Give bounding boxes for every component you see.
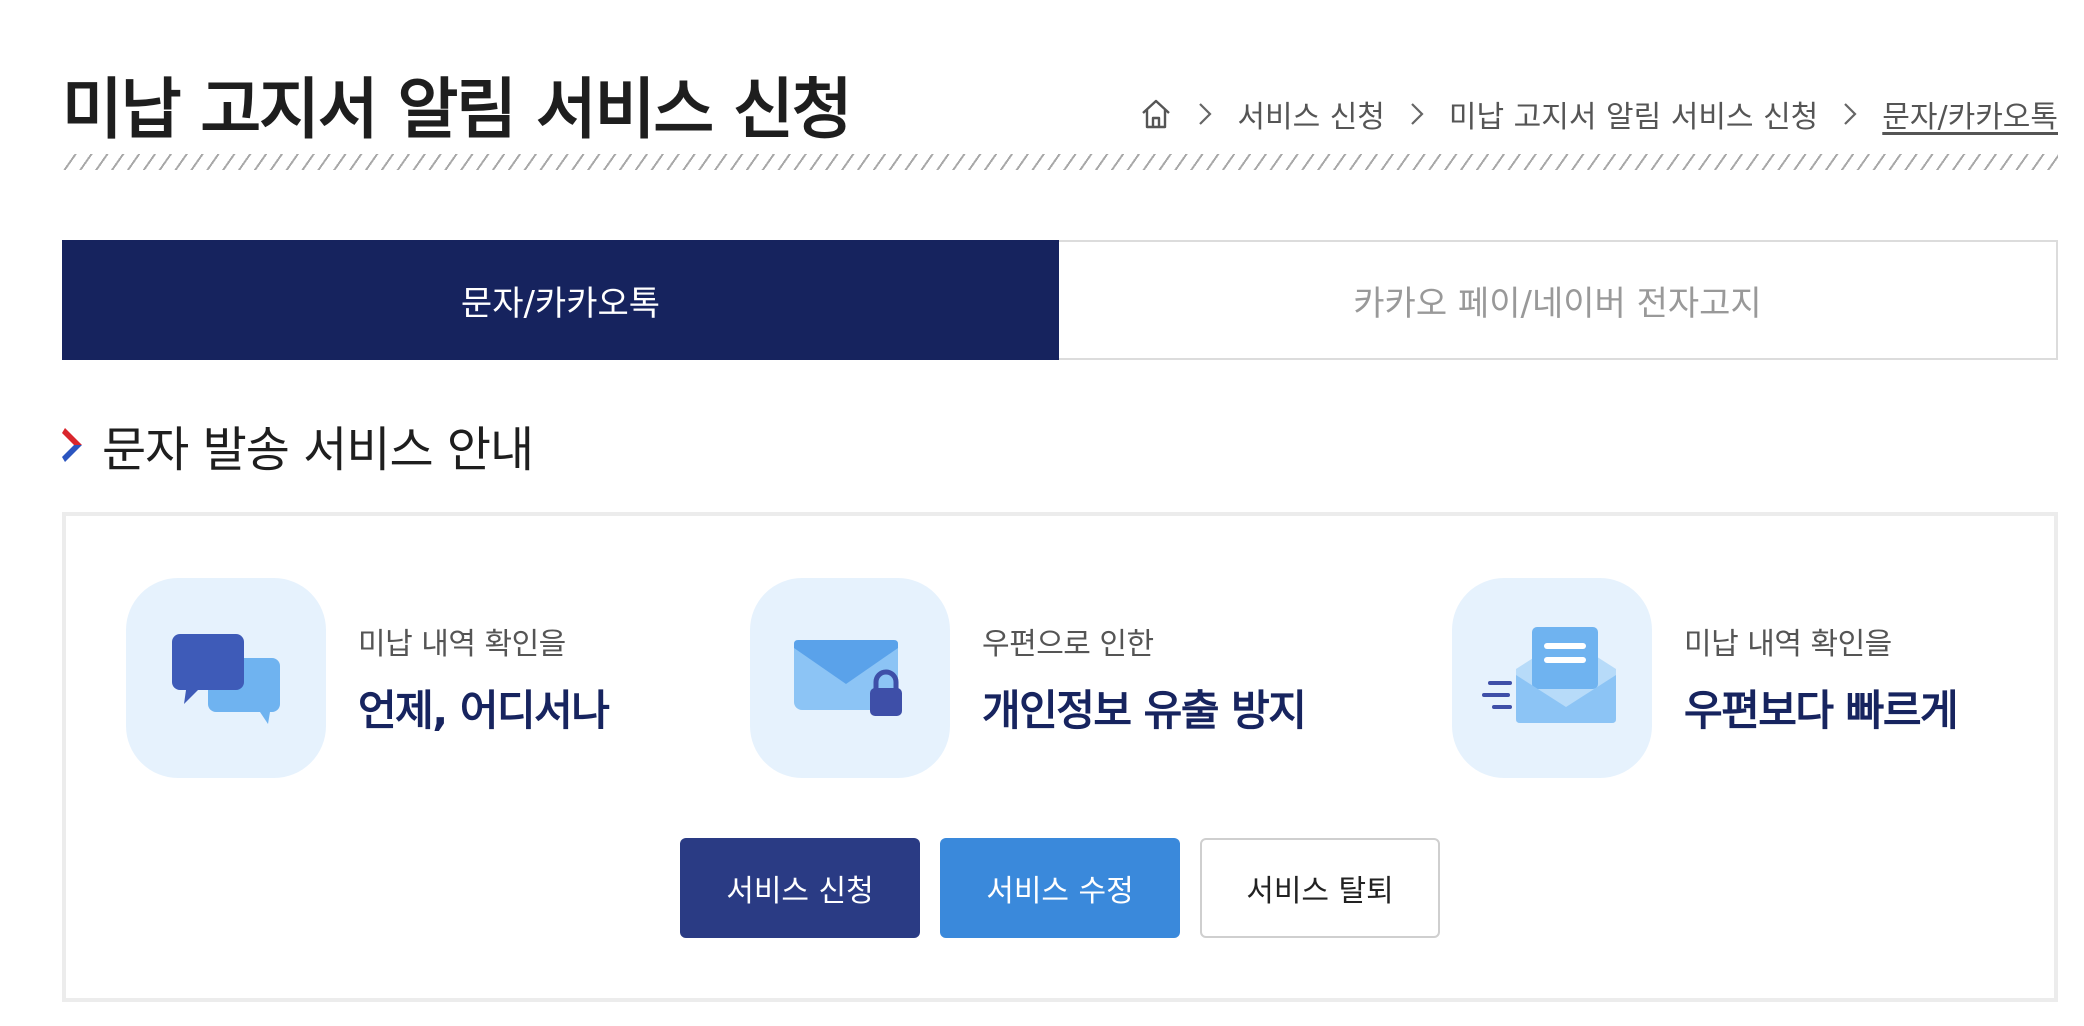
service-modify-button[interactable]: 서비스 수정 [940, 838, 1180, 938]
breadcrumb: 서비스 신청 미납 고지서 알림 서비스 신청 문자/카카오톡 [1139, 92, 2058, 136]
home-icon[interactable] [1139, 97, 1173, 131]
section-marker-icon [62, 428, 82, 462]
service-apply-button[interactable]: 서비스 신청 [680, 838, 920, 938]
action-buttons: 서비스 신청 서비스 수정 서비스 탈퇴 [66, 838, 2054, 938]
section-heading: 문자 발송 서비스 안내 [62, 410, 534, 480]
chat-bubbles-icon [172, 634, 280, 724]
feature-subtitle: 미납 내역 확인을 [1684, 626, 1892, 662]
service-info-panel: 미납 내역 확인을 언제, 어디서나 우편으로 인한 개인정보 유출 방지 미납… [62, 512, 2058, 1002]
feature-subtitle: 우편으로 인한 [982, 626, 1154, 662]
service-withdraw-button[interactable]: 서비스 탈퇴 [1200, 838, 1440, 938]
feature-anytime: 미납 내역 확인을 언제, 어디서나 [126, 578, 610, 778]
chevron-right-icon [1411, 103, 1424, 125]
mail-lock-icon [794, 640, 902, 716]
fast-mail-icon [1482, 627, 1616, 723]
tab-bar: 문자/카카오톡 카카오 페이/네이버 전자고지 [62, 240, 2058, 360]
breadcrumb-current[interactable]: 문자/카카오톡 [1882, 92, 2058, 136]
feature-privacy: 우편으로 인한 개인정보 유출 방지 [750, 578, 1307, 778]
feature-headline: 우편보다 빠르게 [1684, 685, 1959, 735]
feature-icon-box [750, 578, 950, 778]
feature-headline: 개인정보 유출 방지 [982, 685, 1307, 735]
section-title: 문자 발송 서비스 안내 [102, 422, 534, 478]
feature-headline: 언제, 어디서나 [358, 685, 610, 735]
breadcrumb-item-unpaid-notice[interactable]: 미납 고지서 알림 서비스 신청 [1449, 92, 1818, 136]
page-title: 미납 고지서 알림 서비스 신청 [62, 71, 853, 148]
breadcrumb-item-service-apply[interactable]: 서비스 신청 [1237, 92, 1385, 136]
tab-kakaopay-naver[interactable]: 카카오 페이/네이버 전자고지 [1059, 240, 2058, 360]
tab-sms-kakaotalk[interactable]: 문자/카카오톡 [62, 240, 1059, 360]
chevron-right-icon [1199, 103, 1212, 125]
chevron-right-icon [1844, 103, 1857, 125]
feature-icon-box [126, 578, 326, 778]
title-divider [62, 154, 2058, 170]
feature-faster: 미납 내역 확인을 우편보다 빠르게 [1452, 578, 1959, 778]
feature-icon-box [1452, 578, 1652, 778]
feature-subtitle: 미납 내역 확인을 [358, 626, 566, 662]
